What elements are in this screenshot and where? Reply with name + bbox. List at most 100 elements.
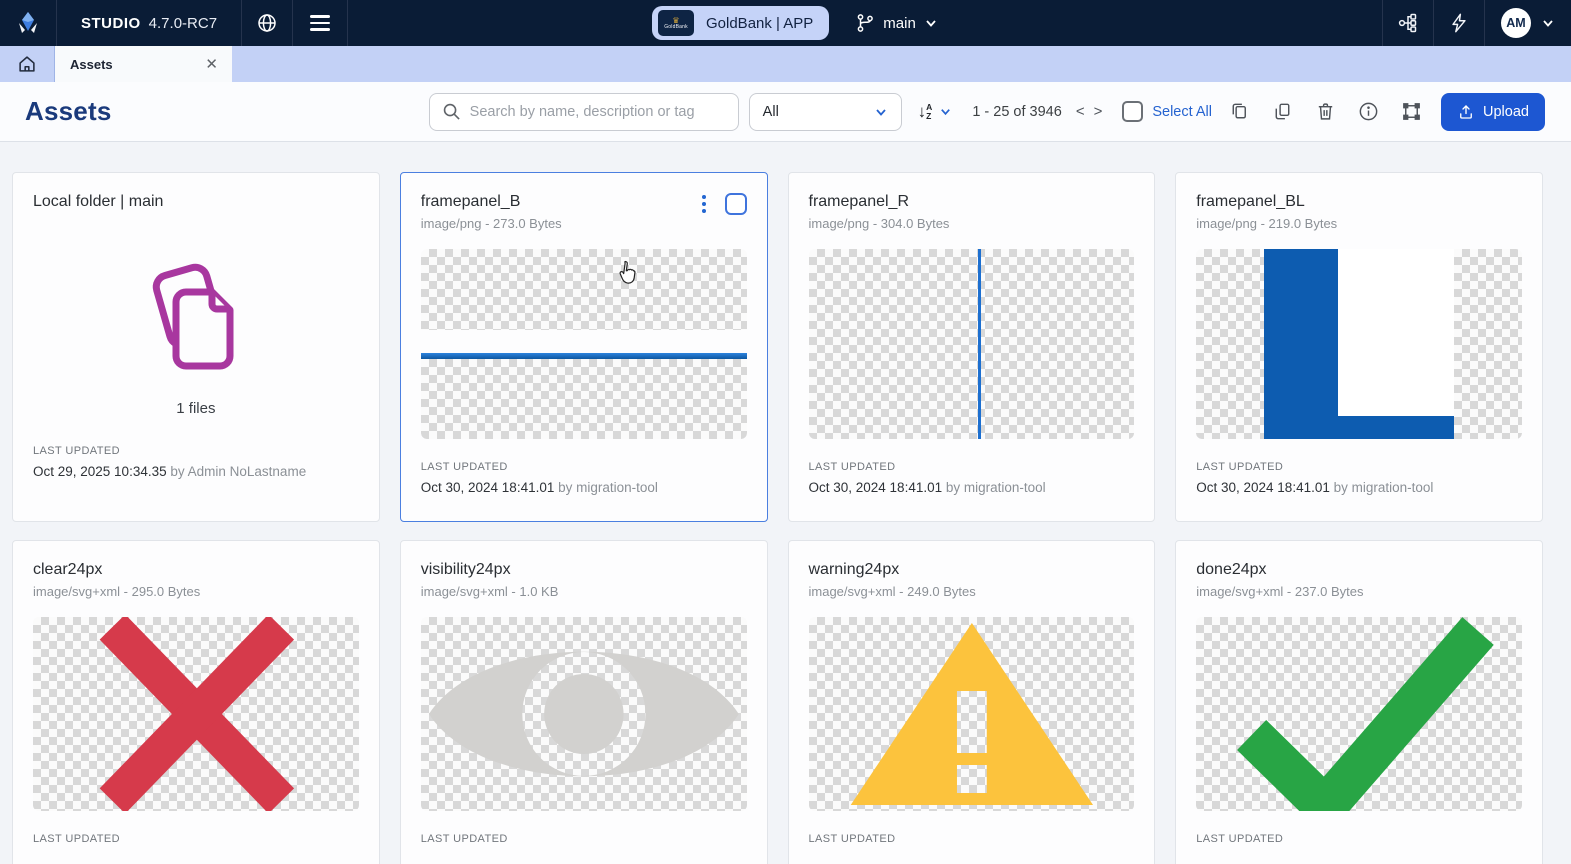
asset-preview [809,617,1135,811]
card-meta: image/png - 273.0 Bytes [421,216,747,231]
asset-card-done24px[interactable]: done24px image/svg+xml - 237.0 Bytes LAS… [1175,540,1543,864]
branch-selector[interactable]: main [855,13,938,33]
last-updated-label: LAST UPDATED [809,461,1135,473]
delete-icon[interactable] [1314,100,1337,123]
card-meta: image/svg+xml - 295.0 Bytes [33,584,359,599]
studio-logo[interactable] [0,0,57,46]
last-updated-value: Oct 30, 2024 18:41.01 by migration-tool [421,480,747,495]
asset-preview [33,617,359,811]
card-meta: image/svg+xml - 237.0 Bytes [1196,584,1522,599]
upload-label: Upload [1483,104,1529,120]
select-all-control: Select All [1122,101,1212,122]
info-icon[interactable] [1357,100,1380,123]
search-input[interactable] [470,104,726,120]
red-x-graphic [33,617,359,811]
upload-icon [1457,103,1475,121]
last-updated-value: Oct 29, 2025 10:34.35 by Admin NoLastnam… [33,464,359,479]
upload-button[interactable]: Upload [1441,93,1545,131]
toolbar-icons [1228,100,1423,123]
card-title: framepanel_BL [1196,193,1522,211]
asset-preview [1196,249,1522,439]
asset-preview [1196,617,1522,811]
asset-card-warning24px[interactable]: warning24px image/svg+xml - 249.0 Bytes … [788,540,1156,864]
app-selector-button[interactable]: ♛ GoldBank GoldBank | APP [652,6,829,40]
card-title: clear24px [33,561,359,579]
asset-preview [809,249,1135,439]
prev-page-button[interactable]: < [1076,103,1085,120]
goldbank-logo: ♛ GoldBank [658,10,694,36]
card-meta: image/png - 304.0 Bytes [809,216,1135,231]
git-branch-icon [855,13,875,33]
tab-assets-label: Assets [70,57,113,72]
duplicate-icon[interactable] [1271,100,1294,123]
pager: < > [1076,103,1103,120]
pagination-range: 1 - 25 of 3946 [972,104,1062,120]
blue-l-vertical [1264,249,1338,439]
hierarchy-button[interactable] [1382,0,1433,46]
chevron-down-icon [924,16,938,30]
avatar: AM [1501,8,1531,38]
hierarchy-icon [1396,11,1420,35]
product-name: STUDIO [81,15,141,32]
product-version: 4.7.0-RC7 [149,15,217,32]
assets-grid: Local folder | main 1 files LAST UPDATED… [12,172,1543,864]
tab-assets[interactable]: Assets ✕ [55,46,232,82]
card-title: warning24px [809,561,1135,579]
sort-az-icon: ↓ AZ [918,103,933,121]
type-filter-value: All [763,104,779,120]
next-page-button[interactable]: > [1094,103,1103,120]
sort-control[interactable]: ↓ AZ [918,103,953,121]
asset-checkbox[interactable] [725,193,747,215]
lightning-icon [1448,12,1470,34]
last-updated-label: LAST UPDATED [33,445,359,457]
tab-bar: Assets ✕ [0,46,1571,82]
documents-icon [144,260,248,376]
card-title: framepanel_R [809,193,1135,211]
product-title: STUDIO 4.7.0-RC7 [57,0,242,46]
search-box [429,93,739,131]
actions-button[interactable] [1433,0,1484,46]
hamburger-icon [310,15,330,31]
green-check-graphic [1196,617,1522,811]
asset-card-framepanel-b[interactable]: framepanel_B image/png - 273.0 Bytes LAS… [400,172,768,522]
top-navbar: STUDIO 4.7.0-RC7 ♛ GoldBank GoldBank | A… [0,0,1571,46]
tab-home[interactable] [0,46,55,82]
kebab-menu-icon[interactable] [700,193,708,215]
app-selector-label: GoldBank | APP [706,15,813,32]
asset-card-framepanel-bl[interactable]: framepanel_BL image/png - 219.0 Bytes LA… [1175,172,1543,522]
files-count: 1 files [176,400,215,417]
asset-card-clear24px[interactable]: clear24px image/svg+xml - 295.0 Bytes LA… [12,540,380,864]
card-meta: image/svg+xml - 249.0 Bytes [809,584,1135,599]
type-filter-dropdown[interactable]: All [749,93,902,131]
last-updated-label: LAST UPDATED [1196,833,1522,845]
select-all-checkbox[interactable] [1122,101,1143,122]
warning-triangle-graphic [809,617,1135,811]
last-updated-label: LAST UPDATED [1196,461,1522,473]
main-menu-button[interactable] [293,0,348,46]
asset-card-framepanel-r[interactable]: framepanel_R image/png - 304.0 Bytes LAS… [788,172,1156,522]
select-all-label[interactable]: Select All [1152,104,1212,120]
locale-button[interactable] [242,0,293,46]
last-updated-label: LAST UPDATED [421,461,747,473]
card-meta: image/png - 219.0 Bytes [1196,216,1522,231]
asset-card-local-folder[interactable]: Local folder | main 1 files LAST UPDATED… [12,172,380,522]
card-title: visibility24px [421,561,747,579]
page-header: Assets All ↓ AZ 1 - 25 of 3946 < > Selec… [0,82,1571,142]
asset-preview [421,617,747,811]
last-updated-label: LAST UPDATED [33,833,359,845]
blue-vertical-line [978,249,981,439]
asset-card-visibility24px[interactable]: visibility24px image/svg+xml - 1.0 KB LA… [400,540,768,864]
close-icon[interactable]: ✕ [205,57,218,72]
chevron-down-icon [874,105,888,119]
page-title: Assets [25,96,111,127]
studio-logo-icon [15,10,41,36]
eye-graphic [421,617,747,811]
copy-icon[interactable] [1228,100,1251,123]
chevron-down-icon [939,105,952,118]
search-icon [442,102,461,121]
blue-l-horizontal [1264,416,1454,439]
user-menu[interactable]: AM [1484,0,1571,46]
asset-preview [421,249,747,439]
select-area-icon[interactable] [1400,100,1423,123]
last-updated-label: LAST UPDATED [809,833,1135,845]
